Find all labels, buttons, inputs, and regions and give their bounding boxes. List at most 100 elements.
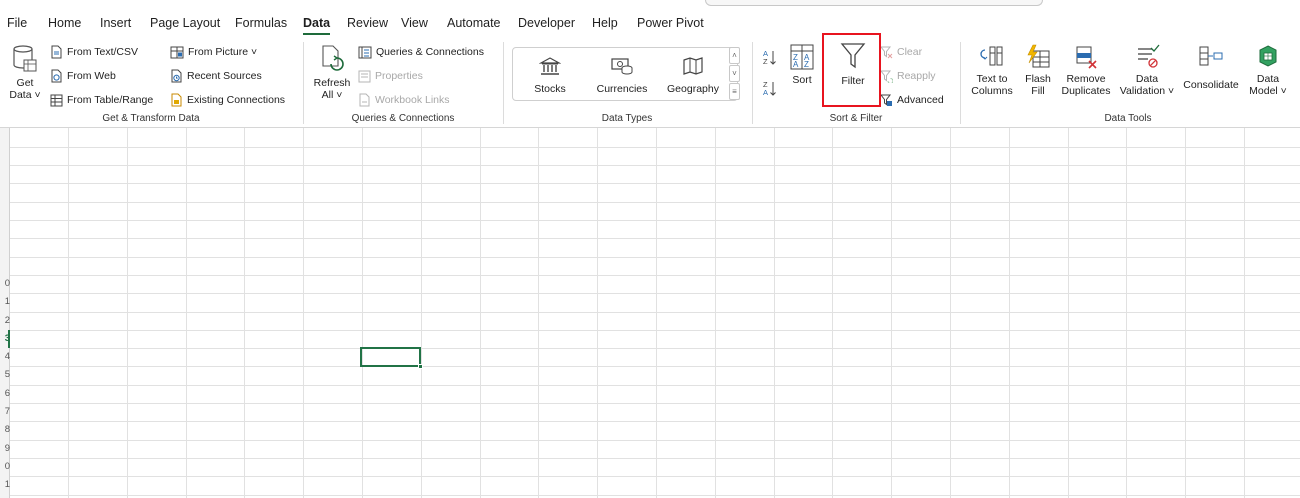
worksheet-grid[interactable]: 0123456789012: [0, 128, 1300, 498]
workbook-links-label: Workbook Links: [375, 94, 450, 106]
get-data-label-1: Get: [16, 77, 34, 89]
row-number[interactable]: 7: [0, 403, 10, 421]
tab-power-pivot[interactable]: Power Pivot: [637, 16, 704, 30]
row-number[interactable]: [0, 220, 10, 238]
geography-button[interactable]: Geography: [664, 56, 722, 95]
row-number[interactable]: [0, 147, 10, 165]
row-gridline: [10, 439, 1300, 441]
workbook-links-button[interactable]: Workbook Links: [358, 91, 450, 109]
row-number[interactable]: [0, 183, 10, 201]
consolidate-icon: [1199, 46, 1223, 66]
currencies-label: Currencies: [596, 83, 648, 95]
remove-duplicates-button[interactable]: Remove Duplicates: [1058, 44, 1114, 97]
tab-insert[interactable]: Insert: [100, 16, 131, 30]
active-cell[interactable]: [360, 347, 421, 367]
from-table-range-button[interactable]: From Table/Range: [50, 91, 153, 109]
row-number[interactable]: [0, 129, 10, 147]
row-number[interactable]: [0, 202, 10, 220]
properties-button[interactable]: Properties: [358, 67, 423, 85]
column-gridline: [479, 128, 481, 498]
row-gridline: [10, 384, 1300, 386]
clear-filter-button[interactable]: Clear: [880, 43, 922, 61]
tab-developer[interactable]: Developer: [518, 16, 575, 30]
sort-z-to-a-button[interactable]: ZA: [762, 79, 778, 99]
row-gridline: [10, 165, 1300, 167]
data-model-label-1: Data: [1256, 73, 1280, 85]
data-validation-button[interactable]: Data Validation ˅: [1116, 44, 1178, 97]
from-web-label: From Web: [67, 70, 116, 82]
clear-label: Clear: [897, 46, 923, 58]
row-number[interactable]: [0, 165, 10, 183]
flash-fill-label-1: Flash: [1025, 73, 1051, 85]
tab-automate[interactable]: Automate: [447, 16, 501, 30]
text-to-columns-label-2: Columns: [971, 85, 1013, 97]
from-web-button[interactable]: From Web: [50, 67, 116, 85]
row-number[interactable]: 0: [0, 275, 10, 293]
reapply-button[interactable]: Reapply: [880, 67, 936, 85]
column-gridline: [362, 128, 363, 498]
group-label-data-types: Data Types: [601, 113, 653, 124]
recent-sources-button[interactable]: Recent Sources: [170, 67, 262, 85]
tab-review[interactable]: Review: [347, 16, 388, 30]
column-gridline: [773, 128, 775, 498]
refresh-all-button[interactable]: Refresh All ˅: [311, 44, 353, 101]
tab-file[interactable]: File: [7, 16, 27, 30]
data-model-icon: [1259, 45, 1277, 67]
tab-formulas[interactable]: Formulas: [235, 16, 287, 30]
active-row-indicator: [8, 329, 10, 348]
sort-a-to-z-button[interactable]: AZ: [762, 48, 778, 68]
row-number[interactable]: 6: [0, 385, 10, 403]
tab-page-layout[interactable]: Page Layout: [150, 16, 220, 30]
from-text-csv-label: From Text/CSV: [67, 46, 138, 58]
column-gridline: [185, 128, 187, 498]
row-gridline: [10, 476, 1300, 478]
data-model-button[interactable]: Data Model ˅: [1248, 44, 1288, 97]
tab-help[interactable]: Help: [592, 16, 618, 30]
tab-home[interactable]: Home: [48, 16, 81, 30]
fill-handle[interactable]: [418, 364, 423, 369]
data-validation-label-2: Validation ˅: [1119, 85, 1175, 97]
clear-filter-icon: [880, 46, 893, 58]
geography-label: Geography: [667, 83, 719, 95]
queries-connections-icon: [358, 46, 372, 58]
database-icon: [13, 45, 37, 72]
row-number[interactable]: 1: [0, 476, 10, 494]
menu-bar: File Home Insert Page Layout Formulas Da…: [0, 0, 1300, 36]
tab-view[interactable]: View: [401, 16, 428, 30]
row-number[interactable]: 2: [0, 312, 10, 330]
scroll-up-icon[interactable]: ˄: [729, 47, 740, 64]
row-number[interactable]: [0, 257, 10, 275]
tab-data[interactable]: Data: [303, 16, 331, 35]
table-icon: [50, 94, 63, 106]
currencies-button[interactable]: Currencies: [590, 56, 654, 95]
from-picture-button[interactable]: From Picture ˅: [170, 43, 257, 61]
row-number[interactable]: 5: [0, 366, 10, 384]
more-icon[interactable]: ≡: [729, 83, 740, 100]
flash-fill-button[interactable]: Flash Fill: [1023, 44, 1053, 97]
row-number[interactable]: 9: [0, 440, 10, 458]
row-number[interactable]: [0, 238, 10, 256]
row-gridline: [10, 403, 1300, 404]
row-number[interactable]: 1: [0, 293, 10, 311]
consolidate-button[interactable]: Consolidate: [1180, 44, 1242, 91]
column-gridline: [126, 128, 128, 498]
from-text-csv-button[interactable]: From Text/CSV: [50, 43, 138, 61]
row-number[interactable]: 0: [0, 458, 10, 476]
queries-connections-button[interactable]: Queries & Connections: [358, 43, 484, 61]
data-validation-label-1: Data: [1135, 73, 1159, 85]
row-number[interactable]: 8: [0, 421, 10, 439]
text-to-columns-button[interactable]: Text to Columns: [966, 44, 1018, 97]
row-number[interactable]: 4: [0, 348, 10, 366]
row-gridline: [10, 457, 1300, 459]
currency-icon: [611, 58, 633, 75]
remove-duplicates-icon: [1076, 46, 1097, 69]
scroll-down-icon[interactable]: ˅: [729, 65, 740, 82]
existing-connections-button[interactable]: Existing Connections: [170, 91, 285, 109]
sort-button[interactable]: ZAAZ Sort: [786, 43, 818, 86]
row-gridline: [10, 256, 1300, 258]
search-box[interactable]: [705, 0, 1043, 6]
advanced-filter-button[interactable]: Advanced: [880, 91, 944, 109]
row-number[interactable]: 2: [0, 495, 10, 498]
get-data-button[interactable]: Get Data ˅: [6, 44, 44, 101]
stocks-button[interactable]: Stocks: [526, 56, 574, 95]
